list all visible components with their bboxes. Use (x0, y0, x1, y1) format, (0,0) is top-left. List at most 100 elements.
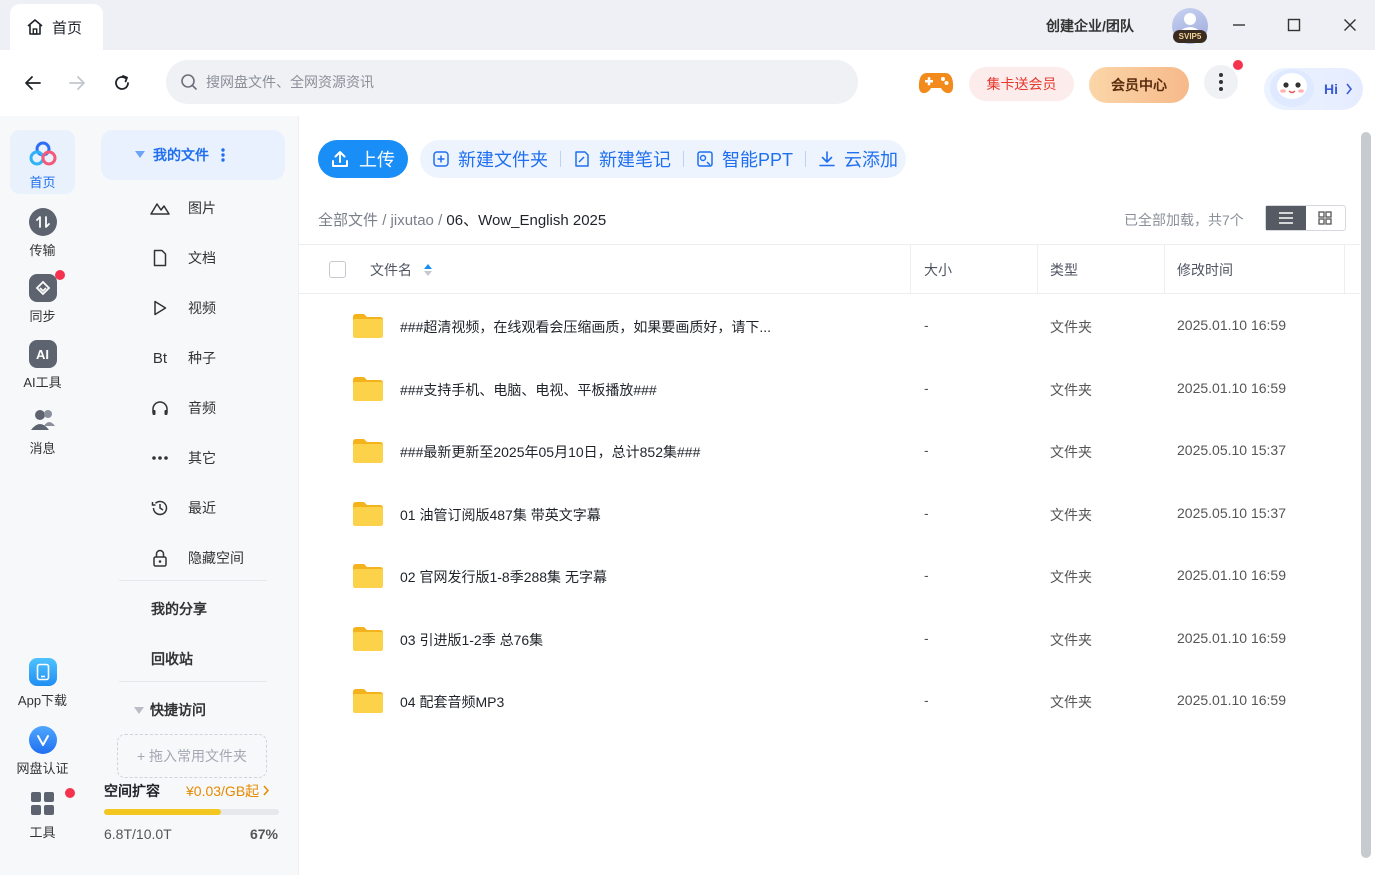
close-button[interactable] (1337, 12, 1363, 38)
file-mtime: 2025.01.10 16:59 (1177, 567, 1286, 583)
file-name[interactable]: ###超清视频，在线观看会压缩画质，如果要画质好，请下... (400, 317, 771, 337)
recent-icon (151, 500, 168, 516)
grid-view-button[interactable] (1306, 206, 1346, 230)
rail-item-verify[interactable]: 网盘认证 (10, 726, 75, 777)
sidebar: 我的文件 图片 文档 视频 Bt 种子 音频 其它 最近 隐藏空间 我的分享 回… (86, 116, 299, 875)
table-row[interactable]: ###超清视频，在线观看会压缩画质，如果要画质好，请下... - 文件夹 2025.0… (299, 295, 1360, 357)
new-note-button[interactable]: 新建笔记 (573, 146, 671, 172)
file-size: - (924, 505, 929, 521)
sidebar-item-videos[interactable]: 视频 (150, 298, 216, 318)
card-vip-button[interactable]: 集卡送会员 (969, 67, 1074, 101)
capacity-upgrade-link[interactable]: ¥0.03/GB起 (186, 781, 270, 801)
svip-badge: SVIP5 (1173, 30, 1207, 43)
more-vertical-icon (1219, 73, 1223, 91)
rail-item-tools[interactable]: 工具 (10, 790, 75, 841)
scrollbar[interactable] (1361, 132, 1371, 858)
new-note-label: 新建笔记 (599, 150, 671, 170)
file-type: 文件夹 (1050, 694, 1092, 710)
rail-item-home[interactable]: 首页 (10, 130, 75, 194)
column-header-type[interactable]: 类型 (1050, 245, 1078, 294)
rail-item-app-download[interactable]: App下载 (10, 658, 75, 709)
cloud-add-button[interactable]: 云添加 (818, 146, 898, 172)
smart-ppt-button[interactable]: 智能PPT (696, 146, 793, 172)
folder-icon (353, 502, 383, 526)
more-vertical-icon[interactable] (221, 148, 225, 162)
file-name[interactable]: 04 配套音频MP3 (400, 692, 504, 712)
sidebar-item-my-share[interactable]: 我的分享 (151, 599, 207, 619)
file-size: - (924, 630, 929, 646)
tab-home-label: 首页 (52, 19, 83, 37)
new-folder-button[interactable]: 新建文件夹 (432, 146, 548, 172)
file-name[interactable]: 01 油管订阅版487集 带英文字幕 (400, 505, 601, 525)
tab-home[interactable]: 首页 (10, 4, 103, 50)
sidebar-item-hidden-space[interactable]: 隐藏空间 (150, 548, 244, 568)
member-center-button[interactable]: 会员中心 (1089, 67, 1189, 103)
file-name[interactable]: 02 官网发行版1-8季288集 无字幕 (400, 567, 607, 587)
sidebar-item-documents[interactable]: 文档 (150, 248, 216, 268)
list-view-button[interactable] (1266, 206, 1306, 230)
gamepad-icon[interactable] (918, 67, 954, 97)
column-header-name[interactable]: 文件名 (370, 245, 432, 294)
breadcrumb-level1[interactable]: jixutao (391, 212, 434, 229)
upload-label: 上传 (359, 150, 395, 170)
column-header-mtime[interactable]: 修改时间 (1177, 245, 1233, 294)
avatar[interactable]: SVIP5 (1172, 8, 1208, 44)
table-row[interactable]: 01 油管订阅版487集 带英文字幕 - 文件夹 2025.05.10 15:37 (299, 483, 1360, 545)
column-divider (910, 245, 911, 294)
table-row[interactable]: ###最新更新至2025年05月10日，总计852集### - 文件夹 2025.05… (299, 420, 1360, 482)
search-box[interactable] (166, 60, 858, 104)
view-toggle (1265, 205, 1346, 231)
minimize-button[interactable] (1226, 12, 1252, 38)
sidebar-item-recycle-bin[interactable]: 回收站 (151, 649, 193, 669)
file-mtime: 2025.01.10 16:59 (1177, 630, 1286, 646)
folder-icon (353, 377, 383, 401)
sidebar-item-audio[interactable]: 音频 (150, 398, 216, 418)
back-button[interactable] (19, 69, 47, 97)
rail-item-message[interactable]: 消息 (10, 406, 75, 457)
table-row[interactable]: 02 官网发行版1-8季288集 无字幕 - 文件夹 2025.01.10 16:59 (299, 545, 1360, 607)
rail-item-transfer[interactable]: 传输 (10, 208, 75, 259)
new-folder-label: 新建文件夹 (458, 150, 548, 170)
quick-access-drop-zone[interactable]: + 拖入常用文件夹 (117, 734, 267, 778)
sidebar-item-label: 图片 (188, 200, 216, 216)
file-name[interactable]: ###最新更新至2025年05月10日，总计852集### (400, 442, 700, 462)
home-cloud-icon (29, 141, 56, 166)
file-name[interactable]: 03 引进版1-2季 总76集 (400, 630, 543, 650)
file-size: - (924, 380, 929, 396)
capacity-percent: 67% (249, 826, 278, 842)
loaded-status: 已全部加载，共7个 (1124, 212, 1244, 228)
breadcrumb-root[interactable]: 全部文件 (318, 212, 378, 229)
table-row[interactable]: 03 引进版1-2季 总76集 - 文件夹 2025.01.10 16:59 (299, 608, 1360, 670)
sidebar-item-other[interactable]: 其它 (150, 448, 216, 468)
more-menu-button[interactable] (1204, 65, 1238, 99)
rail-label: 首页 (29, 175, 56, 190)
file-name[interactable]: ###支持手机、电脑、电视、平板播放### (400, 380, 657, 400)
maximize-button[interactable] (1281, 12, 1307, 38)
rail-label: 消息 (29, 441, 56, 456)
other-icon (152, 456, 168, 460)
upload-button[interactable]: 上传 (318, 140, 408, 178)
grid-view-icon (1318, 211, 1332, 225)
file-size: - (924, 442, 929, 458)
refresh-button[interactable] (108, 69, 136, 97)
column-header-size[interactable]: 大小 (924, 245, 952, 294)
search-input[interactable] (206, 74, 826, 90)
left-rail: 首页 传输 同步 AI AI工具 消息 App下载 网盘认证 工具 (0, 116, 86, 875)
video-icon (154, 300, 167, 316)
create-team-link[interactable]: 创建企业/团队 (1046, 16, 1134, 36)
sidebar-item-label: 音频 (188, 400, 216, 416)
my-files-label: 我的文件 (153, 147, 209, 163)
sidebar-item-torrents[interactable]: Bt 种子 (150, 348, 216, 368)
sidebar-item-my-files[interactable]: 我的文件 (101, 130, 285, 180)
main-content: 上传 新建文件夹 新建笔记 智能PPT 云添加 全部文件 / jixutao /… (299, 116, 1375, 875)
quick-access-header[interactable]: 快捷访问 (134, 700, 206, 720)
forward-button[interactable] (63, 69, 91, 97)
sidebar-item-recent[interactable]: 最近 (150, 498, 216, 518)
select-all-checkbox[interactable] (329, 261, 346, 278)
rail-item-ai-tools[interactable]: AI AI工具 (10, 340, 75, 391)
table-row[interactable]: ###支持手机、电脑、电视、平板播放### - 文件夹 2025.01.10 16:5… (299, 358, 1360, 420)
sidebar-item-images[interactable]: 图片 (150, 198, 216, 218)
table-row[interactable]: 04 配套音频MP3 - 文件夹 2025.01.10 16:59 (299, 670, 1360, 732)
smart-ppt-icon (697, 151, 713, 167)
rail-item-sync[interactable]: 同步 (10, 274, 75, 325)
